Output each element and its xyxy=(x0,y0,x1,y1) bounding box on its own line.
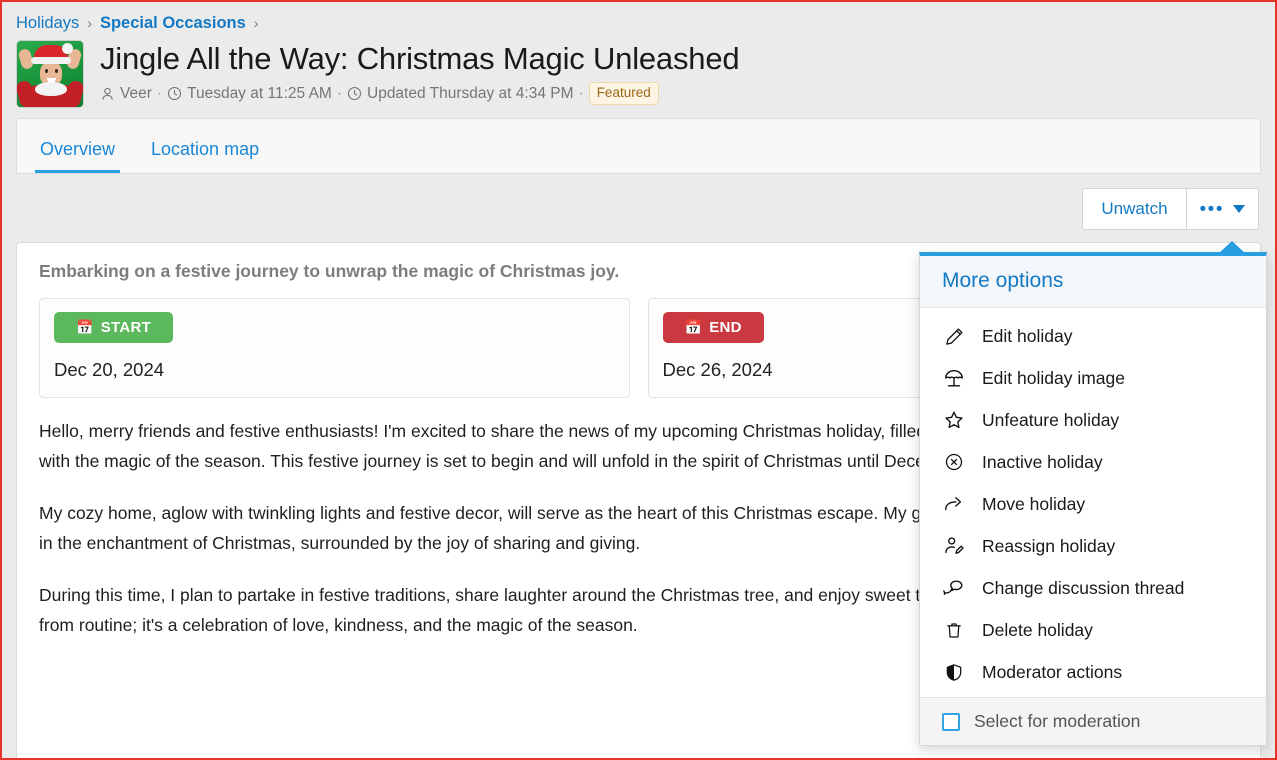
menu-footer-label: Select for moderation xyxy=(974,711,1140,732)
menu-item-label: Unfeature holiday xyxy=(982,410,1119,431)
menu-item-unfeature-holiday[interactable]: Unfeature holiday xyxy=(920,399,1266,441)
breadcrumb: Holidays › Special Occasions › xyxy=(16,10,1261,40)
breadcrumb-item-special-occasions[interactable]: Special Occasions xyxy=(100,12,246,34)
action-bar: Unwatch ••• xyxy=(2,174,1275,230)
end-pill: 📅 END xyxy=(663,312,764,343)
menu-item-move-holiday[interactable]: Move holiday xyxy=(920,483,1266,525)
post-meta: Veer · Tuesday at 11:25 AM · U xyxy=(100,82,1261,105)
trash-icon xyxy=(942,618,966,642)
tab-bar: Overview Location map xyxy=(16,118,1261,174)
menu-item-delete-holiday[interactable]: Delete holiday xyxy=(920,609,1266,651)
shield-icon xyxy=(942,660,966,684)
menu-panel: More options Edit holiday xyxy=(919,252,1267,746)
menu-pointer-arrow xyxy=(1219,241,1245,253)
end-pill-label: END xyxy=(709,319,742,336)
meta-separator-3: · xyxy=(579,85,584,103)
breadcrumb-item-holidays[interactable]: Holidays xyxy=(16,12,79,34)
action-button-group: Unwatch ••• xyxy=(1082,188,1259,230)
menu-item-label: Change discussion thread xyxy=(982,578,1184,599)
user-icon xyxy=(100,86,115,102)
menu-item-label: Delete holiday xyxy=(982,620,1093,641)
menu-item-label: Edit holiday image xyxy=(982,368,1125,389)
breadcrumb-separator-icon-2: › xyxy=(254,12,259,34)
meta-separator-2: · xyxy=(337,85,342,103)
tab-location-map[interactable]: Location map xyxy=(146,139,264,173)
updated-meta: Updated Thursday at 4:34 PM xyxy=(347,85,574,103)
menu-item-change-discussion-thread[interactable]: Change discussion thread xyxy=(920,567,1266,609)
menu-item-edit-holiday-image[interactable]: Edit holiday image xyxy=(920,357,1266,399)
status-badge-featured: Featured xyxy=(589,82,659,105)
menu-item-select-for-moderation[interactable]: Select for moderation xyxy=(920,697,1266,745)
menu-item-edit-holiday[interactable]: Edit holiday xyxy=(920,315,1266,357)
breadcrumb-separator-icon: › xyxy=(87,12,92,34)
clock-icon xyxy=(167,86,182,101)
start-date-value: Dec 20, 2024 xyxy=(54,359,615,381)
chat-bubbles-icon xyxy=(942,576,966,600)
star-icon xyxy=(942,408,966,432)
updated-time: Updated Thursday at 4:34 PM xyxy=(367,85,574,103)
ellipsis-icon: ••• xyxy=(1200,200,1224,219)
meta-separator: · xyxy=(157,85,162,103)
unwatch-button[interactable]: Unwatch xyxy=(1082,188,1185,230)
calendar-icon: 📅 xyxy=(76,319,94,336)
person-edit-icon xyxy=(942,534,966,558)
menu-item-label: Edit holiday xyxy=(982,326,1072,347)
page-root: Holidays › Special Occasions › Jingle Al… xyxy=(2,2,1275,758)
more-options-button[interactable]: ••• xyxy=(1186,188,1259,230)
start-pill: 📅 START xyxy=(54,312,173,343)
menu-item-reassign-holiday[interactable]: Reassign holiday xyxy=(920,525,1266,567)
page-header: Holidays › Special Occasions › Jingle Al… xyxy=(2,2,1275,118)
author-meta: Veer xyxy=(100,85,152,103)
share-arrow-icon xyxy=(942,492,966,516)
author-name: Veer xyxy=(120,85,152,103)
menu-item-label: Moderator actions xyxy=(982,662,1122,683)
start-pill-label: START xyxy=(101,319,151,336)
calendar-check-icon: 📅 xyxy=(685,319,703,336)
pencil-icon xyxy=(942,324,966,348)
menu-item-label: Inactive holiday xyxy=(982,452,1103,473)
checkbox-icon[interactable] xyxy=(942,713,960,731)
circle-x-icon xyxy=(942,450,966,474)
clock-icon-updated xyxy=(347,86,362,101)
menu-list: Edit holiday Edit holiday image xyxy=(920,308,1266,697)
created-meta: Tuesday at 11:25 AM xyxy=(167,85,332,103)
beach-umbrella-icon xyxy=(942,366,966,390)
created-time: Tuesday at 11:25 AM xyxy=(187,85,332,103)
tab-overview[interactable]: Overview xyxy=(35,139,120,173)
avatar[interactable] xyxy=(16,40,84,108)
title-row: Jingle All the Way: Christmas Magic Unle… xyxy=(16,40,1261,118)
start-date-box: 📅 START Dec 20, 2024 xyxy=(39,298,630,398)
menu-item-label: Reassign holiday xyxy=(982,536,1115,557)
menu-item-moderator-actions[interactable]: Moderator actions xyxy=(920,651,1266,693)
menu-item-label: Move holiday xyxy=(982,494,1085,515)
chevron-down-icon xyxy=(1233,205,1245,213)
menu-item-inactive-holiday[interactable]: Inactive holiday xyxy=(920,441,1266,483)
page-title: Jingle All the Way: Christmas Magic Unle… xyxy=(100,40,1261,78)
more-options-menu: More options Edit holiday xyxy=(919,252,1267,746)
menu-header: More options xyxy=(920,256,1266,308)
